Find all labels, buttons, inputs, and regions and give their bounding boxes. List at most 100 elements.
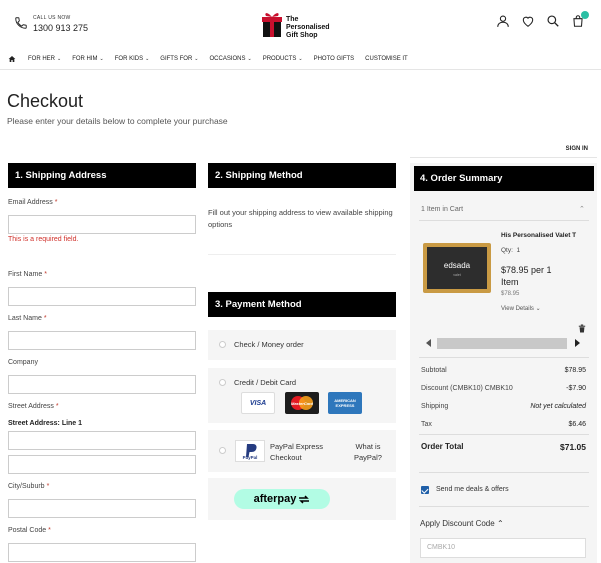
first-name-label: First Name * — [8, 271, 47, 278]
logo-line-1: The — [286, 16, 299, 23]
trash-icon[interactable] — [578, 324, 586, 333]
cart-items-count[interactable]: 1 Item in Cart — [421, 206, 463, 213]
credit-card-radio[interactable] — [219, 379, 226, 386]
scroll-left-icon[interactable] — [426, 339, 432, 347]
nav-item-for-him[interactable]: FOR HIM ⌄ — [72, 56, 104, 62]
sign-in-link[interactable]: SIGN IN — [566, 146, 588, 152]
product-name: His Personalised Valet T — [501, 232, 577, 239]
home-icon[interactable] — [8, 55, 16, 63]
visa-card-icon: VISA — [241, 392, 275, 414]
company-field[interactable] — [8, 375, 196, 394]
postal-code-label: Postal Code * — [8, 527, 51, 534]
logo-text: The Personalised Gift Shop — [286, 16, 330, 40]
cart-button[interactable] — [571, 11, 589, 28]
street-line2-field[interactable] — [8, 455, 196, 474]
summary-row-shipping: Shipping Not yet calculated — [421, 403, 586, 410]
product-qty: Qty: 1 — [501, 247, 521, 254]
site-header: CALL US NOW 1300 913 275 The Personalise… — [0, 0, 601, 50]
payment-method-heading: 3. Payment Method — [208, 292, 396, 317]
payment-option-card[interactable]: Credit / Debit Card VISA MasterCard AMER… — [208, 368, 396, 423]
scroll-right-icon[interactable] — [574, 339, 580, 347]
nav-item-gifts-for[interactable]: GIFTS FOR ⌄ — [160, 56, 198, 62]
nav-divider — [0, 69, 601, 70]
phone-number-link[interactable]: 1300 913 275 — [33, 23, 88, 33]
payment-option-afterpay[interactable]: afterpay — [208, 478, 396, 520]
summary-divider — [419, 434, 589, 435]
nav-item-for-her[interactable]: FOR HER ⌄ — [28, 56, 61, 62]
account-icon[interactable] — [496, 14, 510, 28]
nav-item-customise-it[interactable]: CUSTOMISE IT — [365, 56, 408, 62]
product-image: edsada valet — [423, 243, 491, 293]
main-navigation: FOR HER ⌄ FOR HIM ⌄ FOR KIDS ⌄ GIFTS FOR ⌄ O… — [0, 51, 601, 67]
shipping-method-message: Fill out your shipping address to view a… — [208, 208, 393, 229]
summary-divider — [419, 472, 589, 473]
apply-discount-toggle[interactable]: Apply Discount Code ⌃ — [420, 519, 504, 528]
summary-row-order-total: Order Total $71.05 — [421, 442, 586, 452]
product-brand-subtext: valet — [453, 273, 461, 277]
site-logo[interactable]: The Personalised Gift Shop — [262, 8, 347, 44]
summary-divider — [419, 220, 589, 221]
email-label: Email Address * — [8, 199, 58, 206]
cart-count-badge — [581, 11, 589, 19]
payment-option-paypal[interactable]: PayPal PayPal Express Checkout What is P… — [208, 430, 396, 472]
payment-option-check[interactable]: Check / Money order — [208, 330, 396, 360]
paypal-radio[interactable] — [219, 447, 226, 454]
street-line1-field[interactable] — [8, 431, 196, 450]
check-money-order-label: Check / Money order — [234, 340, 304, 349]
last-name-label: Last Name * — [8, 315, 47, 322]
street-address-label: Street Address * — [8, 403, 59, 410]
mastercard-icon: MasterCard — [285, 392, 319, 414]
phone-icon — [15, 17, 27, 29]
afterpay-logo: afterpay — [234, 489, 330, 509]
first-name-field[interactable] — [8, 287, 196, 306]
postal-code-field[interactable] — [8, 543, 196, 562]
paypal-logo: PayPal — [235, 440, 265, 462]
shipping-address-heading: 1. Shipping Address — [8, 163, 196, 188]
product-price: $78.95 per 1 Item — [501, 265, 552, 287]
sign-in-divider — [410, 157, 597, 158]
amex-card-icon: AMERICAN EXPRESS — [328, 392, 362, 414]
order-summary-heading: 4. Order Summary — [414, 166, 594, 191]
nav-item-occasions[interactable]: OCCASIONS ⌄ — [210, 56, 252, 62]
shipping-method-heading: 2. Shipping Method — [208, 163, 396, 188]
product-horizontal-scrollbar[interactable] — [423, 336, 583, 350]
email-error-message: This is a required field. — [8, 236, 79, 243]
shipping-method-divider — [208, 254, 396, 255]
search-icon[interactable] — [546, 14, 560, 28]
chevron-up-icon[interactable]: ⌃ — [579, 205, 585, 213]
summary-row-tax: Tax $6.46 — [421, 421, 586, 428]
city-field[interactable] — [8, 499, 196, 518]
paypal-express-label: PayPal Express Checkout — [270, 442, 323, 462]
product-price-small: $78.95 — [501, 291, 520, 297]
gift-box-icon — [262, 13, 282, 37]
logo-line-3: Gift Shop — [286, 32, 318, 39]
check-money-order-radio[interactable] — [219, 341, 226, 348]
credit-card-label: Credit / Debit Card — [234, 378, 297, 387]
wishlist-heart-icon[interactable] — [521, 14, 535, 28]
street-line1-label: Street Address: Line 1 — [8, 420, 83, 427]
discount-code-field[interactable]: CMBK10 — [420, 538, 586, 558]
nav-item-products[interactable]: PRODUCTS ⌄ — [263, 56, 303, 62]
summary-divider — [419, 506, 589, 507]
page-title: Checkout — [7, 91, 84, 111]
scrollbar-thumb[interactable] — [437, 338, 567, 349]
city-label: City/Suburb * — [8, 483, 50, 490]
header-icons — [496, 11, 589, 28]
company-label: Company — [8, 359, 38, 366]
order-summary-panel — [410, 163, 597, 563]
page-subtitle: Please enter your details below to compl… — [7, 116, 228, 126]
summary-divider — [419, 357, 589, 358]
summary-row-subtotal: Subtotal $78.95 — [421, 367, 586, 374]
last-name-field[interactable] — [8, 331, 196, 350]
deals-offers-checkbox[interactable] — [421, 486, 429, 494]
summary-row-discount: Discount (CMBK10) CMBK10 -$7.90 — [421, 385, 586, 392]
nav-item-for-kids[interactable]: FOR KIDS ⌄ — [115, 56, 150, 62]
call-us-label: CALL US NOW — [33, 15, 71, 21]
deals-offers-label: Send me deals & offers — [436, 486, 509, 493]
what-is-paypal-link[interactable]: What is PayPal? — [354, 441, 382, 463]
product-brand-text: edsada — [443, 261, 471, 270]
nav-item-photo-gifts[interactable]: PHOTO GIFTS — [314, 56, 355, 62]
logo-line-2: Personalised — [286, 24, 330, 31]
email-field[interactable] — [8, 215, 196, 234]
view-details-link[interactable]: View Details ⌄ — [501, 305, 541, 312]
